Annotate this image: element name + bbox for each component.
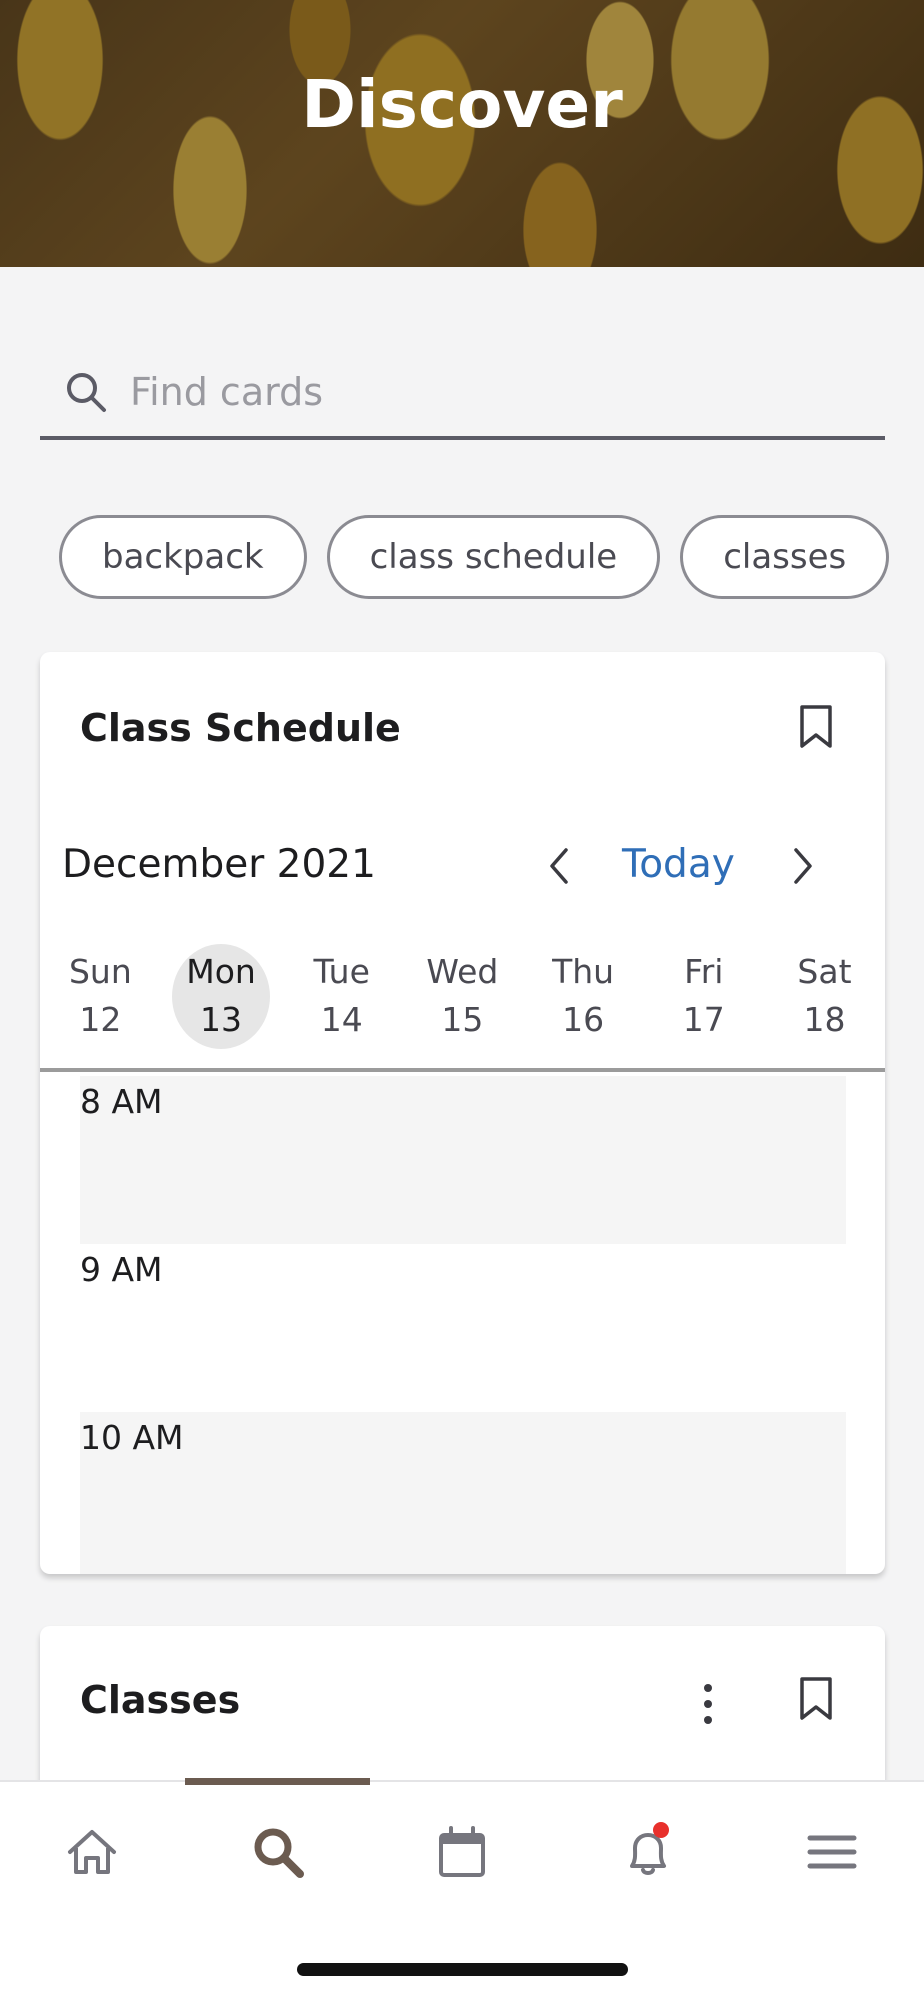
day-number: 16 <box>562 1000 605 1039</box>
chip-class-schedule[interactable]: class schedule <box>326 515 661 599</box>
home-icon[interactable] <box>62 1822 122 1882</box>
page-title: Discover <box>301 66 623 143</box>
chevron-left-icon[interactable] <box>540 844 580 888</box>
time-slot[interactable]: 9 AM <box>80 1244 846 1412</box>
today-button[interactable]: Today <box>622 842 735 887</box>
day-mon[interactable]: Mon 13 <box>161 942 282 1072</box>
day-number: 13 <box>200 1000 243 1039</box>
day-number: 12 <box>79 1000 122 1039</box>
day-fri[interactable]: Fri 17 <box>643 942 764 1072</box>
day-name: Wed <box>426 952 499 991</box>
day-name: Fri <box>684 952 724 991</box>
active-tab-indicator <box>185 1778 370 1785</box>
day-number: 18 <box>803 1000 846 1039</box>
time-label: 10 AM <box>80 1418 184 1457</box>
more-vertical-icon[interactable] <box>700 1682 716 1726</box>
day-name: Mon <box>186 952 256 991</box>
day-name: Thu <box>552 952 615 991</box>
day-name: Sat <box>797 952 852 991</box>
search-icon[interactable] <box>248 1822 308 1882</box>
time-slot[interactable]: 10 AM <box>80 1412 846 1574</box>
home-indicator <box>297 1963 628 1976</box>
time-label: 9 AM <box>80 1250 163 1289</box>
card-title: Classes <box>80 1678 241 1722</box>
search-input[interactable] <box>130 370 830 414</box>
day-sat[interactable]: Sat 18 <box>764 942 885 1072</box>
day-number: 15 <box>441 1000 484 1039</box>
class-schedule-card: Class Schedule December 2021 Today Sun 12… <box>40 652 885 1574</box>
day-timeline[interactable]: 8 AM 9 AM 10 AM <box>40 1068 885 1574</box>
bell-icon[interactable] <box>618 1822 678 1882</box>
day-tue[interactable]: Tue 14 <box>281 942 402 1072</box>
day-thu[interactable]: Thu 16 <box>523 942 644 1072</box>
time-label: 8 AM <box>80 1082 163 1121</box>
card-title: Class Schedule <box>80 706 401 750</box>
search-icon <box>64 370 108 414</box>
calendar-icon[interactable] <box>432 1822 492 1882</box>
time-slot[interactable]: 8 AM <box>80 1076 846 1244</box>
day-number: 14 <box>320 1000 363 1039</box>
day-number: 17 <box>682 1000 725 1039</box>
bookmark-icon[interactable] <box>798 1676 834 1722</box>
day-name: Tue <box>313 952 370 991</box>
day-wed[interactable]: Wed 15 <box>402 942 523 1072</box>
week-strip: Sun 12 Mon 13 Tue 14 Wed 15 Thu 16 Fri 17 Sat 1… <box>40 942 885 1072</box>
header-banner: Discover <box>0 0 924 267</box>
day-sun[interactable]: Sun 12 <box>40 942 161 1072</box>
menu-icon[interactable] <box>802 1822 862 1882</box>
chevron-right-icon[interactable] <box>782 844 822 888</box>
day-name: Sun <box>68 952 132 991</box>
tag-chips: backpack class schedule classes <box>59 515 889 599</box>
classes-card: Classes <box>40 1626 885 1786</box>
bookmark-icon[interactable] <box>798 704 834 750</box>
calendar-month: December 2021 <box>62 842 376 887</box>
chip-classes[interactable]: classes <box>680 515 889 599</box>
chip-backpack[interactable]: backpack <box>59 515 307 599</box>
search-bar[interactable] <box>40 348 885 440</box>
